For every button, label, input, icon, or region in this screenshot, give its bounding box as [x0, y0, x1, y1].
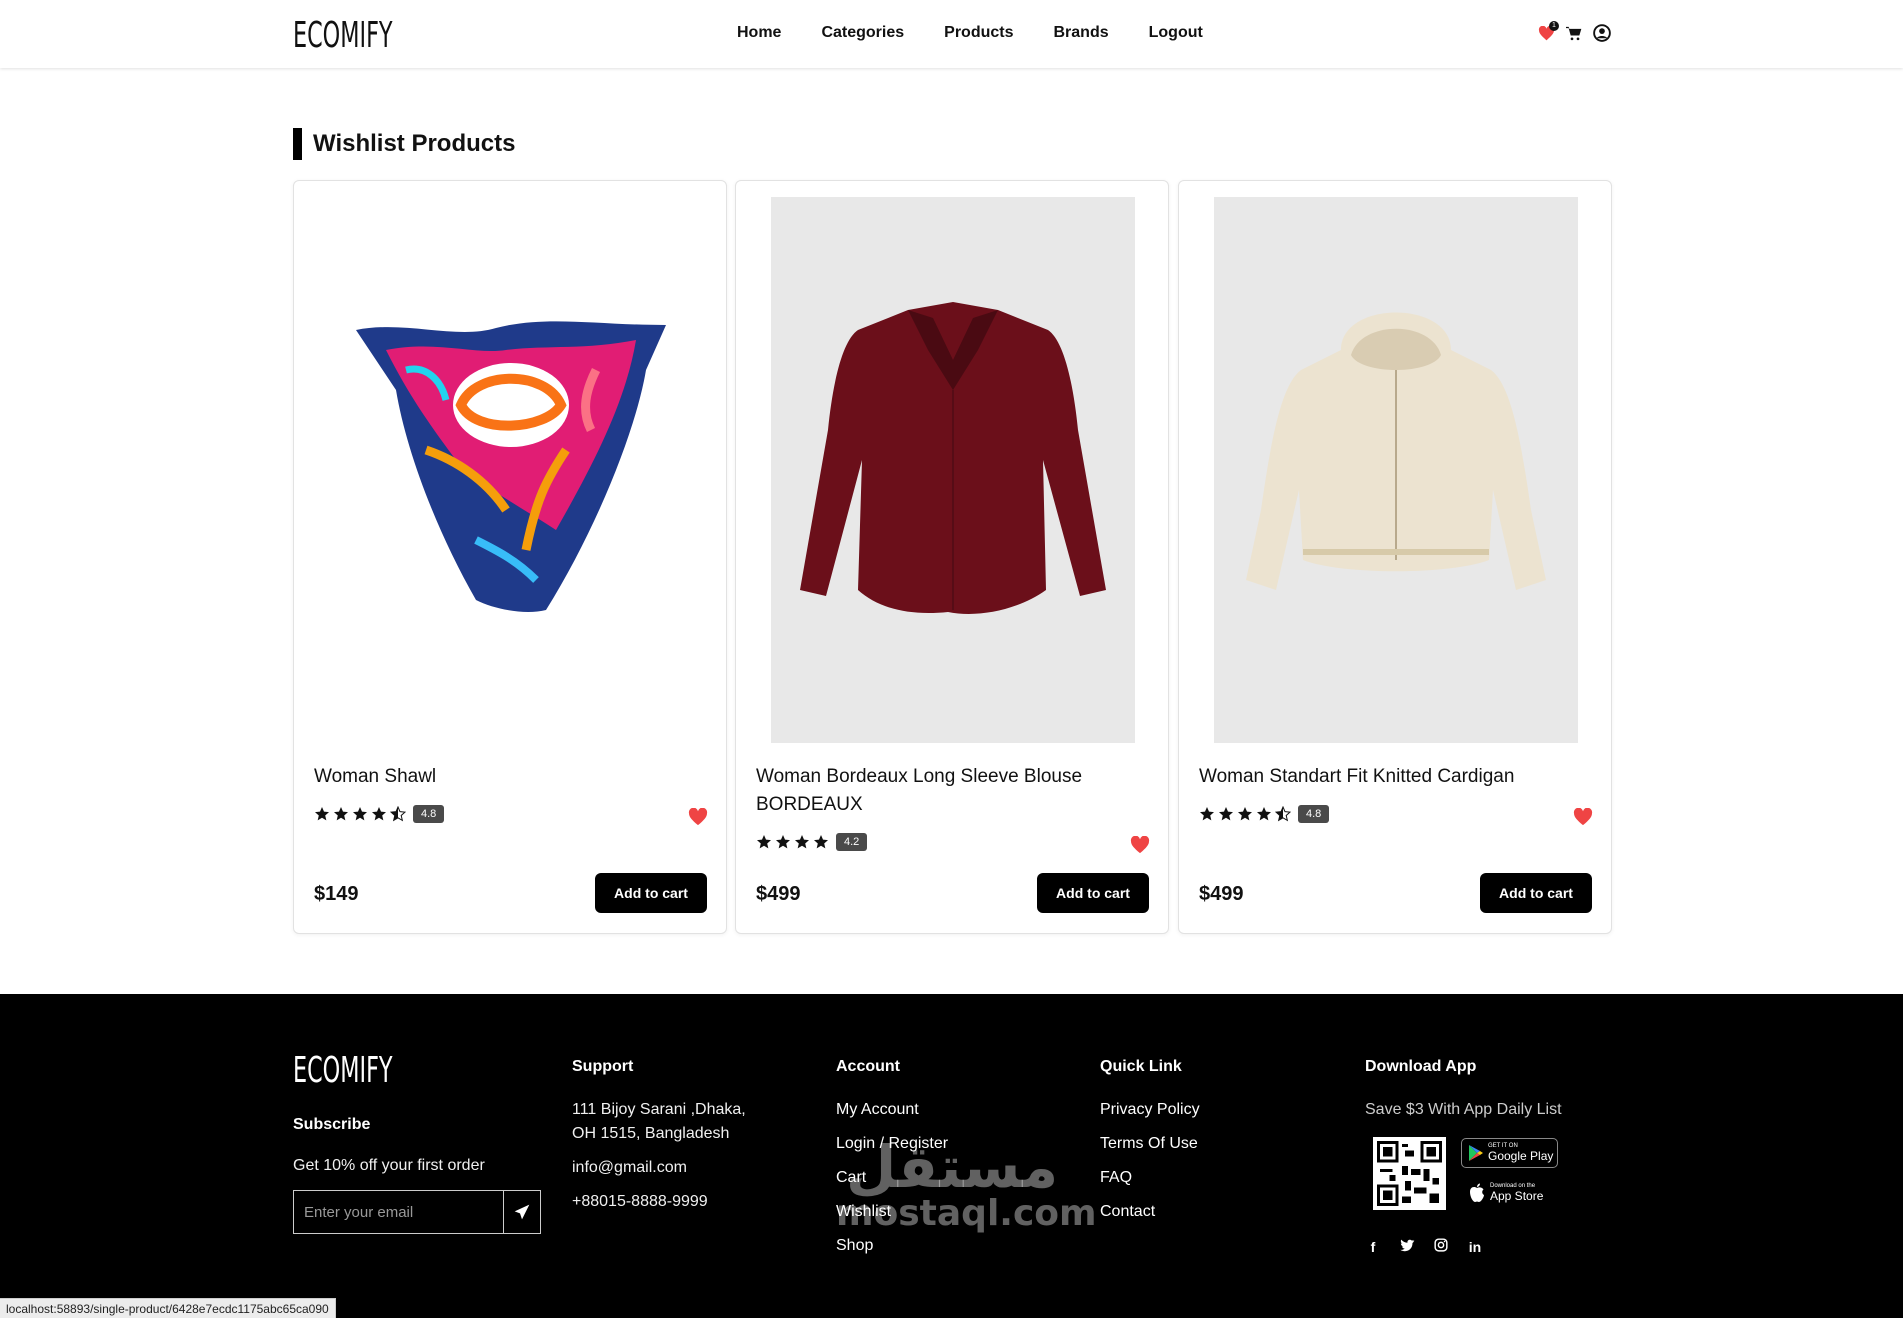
support-phone[interactable]: +88015-8888-9999: [572, 1190, 708, 1214]
star-icon: [372, 807, 386, 821]
link-shop[interactable]: Shop: [836, 1234, 948, 1268]
product-name[interactable]: Woman Standart Fit Knitted Cardigan: [1199, 763, 1589, 791]
link-faq[interactable]: FAQ: [1100, 1166, 1200, 1200]
nav-home[interactable]: Home: [737, 24, 781, 42]
star-half-icon: [1275, 806, 1291, 822]
watermark-arabic: مستقل: [846, 1133, 1059, 1201]
google-play-big-text: Google Play: [1488, 1149, 1554, 1163]
send-icon: [514, 1204, 530, 1220]
wishlist-icon[interactable]: 1: [1538, 20, 1559, 41]
support-address-line1: 111 Bijoy Sarani ,Dhaka,: [572, 1101, 746, 1118]
footer-logo[interactable]: ECOMIFY: [293, 1050, 393, 1091]
subscribe-title: Subscribe: [293, 1116, 371, 1133]
account-title: Account: [836, 1058, 900, 1075]
subscribe-text: Get 10% off your first order: [293, 1157, 485, 1174]
link-my-account[interactable]: My Account: [836, 1098, 948, 1132]
instagram-icon[interactable]: [1433, 1238, 1449, 1255]
product-name[interactable]: Woman Bordeaux Long Sleeve Blouse BORDEA…: [756, 763, 1146, 819]
app-store-button[interactable]: Download on the App Store: [1461, 1178, 1558, 1208]
download-app-title: Download App: [1365, 1058, 1477, 1075]
cart-icon[interactable]: [1566, 26, 1582, 41]
product-price: $499: [756, 883, 801, 905]
nav-logout[interactable]: Logout: [1149, 24, 1203, 42]
star-rating: [1199, 806, 1291, 822]
support-address-line2: OH 1515, Bangladesh: [572, 1125, 730, 1142]
nav-categories[interactable]: Categories: [821, 24, 904, 42]
support-title: Support: [572, 1058, 634, 1075]
link-contact[interactable]: Contact: [1100, 1200, 1200, 1234]
product-image[interactable]: [1214, 197, 1578, 743]
rating-badge: 4.2: [836, 833, 868, 851]
product-name[interactable]: Woman Shawl: [314, 763, 704, 791]
twitter-icon[interactable]: [1399, 1239, 1415, 1255]
nav-brands[interactable]: Brands: [1054, 24, 1109, 42]
wishlist-heart-icon[interactable]: [688, 807, 708, 831]
apple-icon: [1470, 1183, 1484, 1202]
header-icons: 1: [1538, 20, 1611, 42]
product-price: $499: [1199, 883, 1244, 905]
google-play-button[interactable]: GET IT ON Google Play: [1461, 1138, 1558, 1168]
star-icon: [1200, 807, 1214, 821]
star-icon: [757, 835, 771, 849]
support-email[interactable]: info@gmail.com: [572, 1156, 687, 1180]
add-to-cart-button[interactable]: Add to cart: [1480, 873, 1592, 913]
star-icon: [334, 807, 348, 821]
app-store-big-text: App Store: [1490, 1189, 1544, 1203]
product-rating: 4.8: [314, 805, 445, 823]
qr-code: [1373, 1137, 1446, 1210]
star-icon: [776, 835, 790, 849]
add-to-cart-button[interactable]: Add to cart: [595, 873, 707, 913]
top-navbar: ECOMIFY Home Categories Products Brands …: [0, 0, 1903, 68]
star-icon: [315, 807, 329, 821]
wishlist-heart-icon[interactable]: [1573, 807, 1593, 831]
link-privacy-policy[interactable]: Privacy Policy: [1100, 1098, 1200, 1132]
add-to-cart-button[interactable]: Add to cart: [1037, 873, 1149, 913]
star-icon: [1219, 807, 1233, 821]
send-button[interactable]: [503, 1191, 540, 1233]
star-rating: [756, 834, 829, 850]
linkedin-icon[interactable]: in: [1467, 1239, 1483, 1255]
product-rating: 4.8: [1199, 805, 1330, 823]
section-header: Wishlist Products: [293, 128, 515, 160]
facebook-icon[interactable]: f: [1365, 1239, 1381, 1255]
main-nav: Home Categories Products Brands Logout: [737, 24, 1203, 42]
product-card[interactable]: Woman Standart Fit Knitted Cardigan 4.8 …: [1178, 180, 1612, 934]
star-icon: [795, 835, 809, 849]
google-play-icon: [1469, 1145, 1483, 1161]
star-rating: [314, 806, 406, 822]
rating-badge: 4.8: [413, 805, 445, 823]
email-input[interactable]: [294, 1191, 503, 1233]
user-icon[interactable]: [1593, 24, 1611, 42]
download-app-text: Save $3 With App Daily List: [1365, 1101, 1562, 1118]
nav-products[interactable]: Products: [944, 24, 1013, 42]
star-half-icon: [390, 806, 406, 822]
product-card[interactable]: Woman Shawl 4.8 $149 Add to cart: [293, 180, 727, 934]
product-image[interactable]: [771, 197, 1135, 743]
title-accent-bar: [293, 128, 302, 160]
quick-link-title: Quick Link: [1100, 1058, 1182, 1075]
link-terms-of-use[interactable]: Terms Of Use: [1100, 1132, 1200, 1166]
browser-status-bar: localhost:58893/single-product/6428e7ecd…: [0, 1298, 336, 1318]
star-icon: [353, 807, 367, 821]
star-icon: [1238, 807, 1252, 821]
product-price: $149: [314, 883, 359, 905]
product-image[interactable]: [329, 197, 693, 743]
mostaql-watermark: مستقل mostaql.com: [836, 1138, 1097, 1232]
quick-links: Privacy Policy Terms Of Use FAQ Contact: [1100, 1098, 1200, 1234]
wishlist-heart-icon[interactable]: [1130, 835, 1150, 859]
star-icon: [1257, 807, 1271, 821]
product-card[interactable]: Woman Bordeaux Long Sleeve Blouse BORDEA…: [735, 180, 1169, 934]
rating-badge: 4.8: [1298, 805, 1330, 823]
page-title: Wishlist Products: [313, 130, 516, 157]
wishlist-count-badge: 1: [1549, 20, 1559, 31]
brand-logo[interactable]: ECOMIFY: [293, 15, 393, 56]
product-rating: 4.2: [756, 833, 868, 851]
subscribe-form: [293, 1190, 541, 1234]
social-links: f in: [1365, 1238, 1483, 1255]
star-icon: [814, 835, 828, 849]
